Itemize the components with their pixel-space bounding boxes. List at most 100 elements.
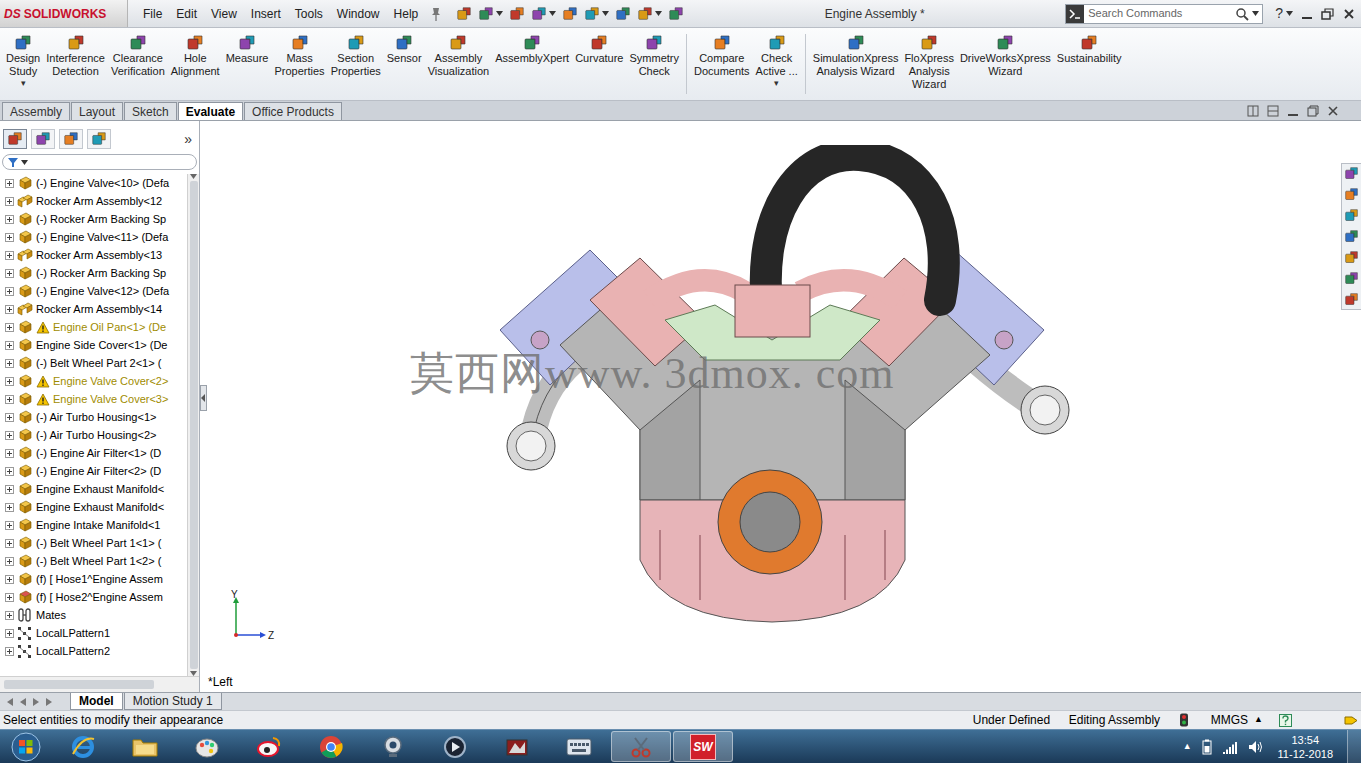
view-tool[interactable] <box>720 121 743 122</box>
quick-tool[interactable] <box>637 6 662 22</box>
menu-item[interactable]: Help <box>394 5 419 23</box>
volume-icon[interactable] <box>1248 740 1264 754</box>
expand-icon[interactable] <box>5 539 14 548</box>
dropdown-arrow-icon[interactable] <box>655 11 662 16</box>
tree-item[interactable]: Rocker Arm Assembly<14 <box>0 300 187 318</box>
view-tool[interactable] <box>832 121 855 122</box>
quick-tool[interactable] <box>562 6 578 22</box>
quick-tool[interactable] <box>509 6 525 22</box>
expand-icon[interactable] <box>5 215 14 224</box>
expand-icon[interactable] <box>5 341 14 350</box>
expand-icon[interactable] <box>5 575 14 584</box>
nav-next-icon[interactable] <box>32 698 40 706</box>
expand-icon[interactable] <box>5 197 14 206</box>
expand-icon[interactable] <box>5 449 14 458</box>
panel-tab[interactable] <box>87 129 111 149</box>
tree-item[interactable]: (-) Engine Air Filter<1> (D <box>0 444 187 462</box>
view-tool[interactable] <box>804 121 827 122</box>
pin-icon[interactable] <box>428 6 444 22</box>
tree-item[interactable]: (f) [ Hose1^Engine Assem <box>0 570 187 588</box>
units[interactable]: MMGS <box>1211 711 1248 729</box>
bottom-tab[interactable]: Motion Study 1 <box>124 693 222 710</box>
app-logo[interactable]: DSSOLIDWORKS <box>0 0 128 27</box>
search-box[interactable]: Search Commands <box>1065 4 1263 24</box>
tree-item[interactable]: (-) Engine Valve<12> (Defa <box>0 282 187 300</box>
panel-tab[interactable] <box>31 129 55 149</box>
restore-icon[interactable] <box>1321 8 1335 20</box>
tree-item[interactable]: Mates <box>0 606 187 624</box>
taskbar-app[interactable] <box>53 731 113 762</box>
ribbon-button[interactable]: AssemblyXpert <box>492 34 572 65</box>
panel-tab[interactable] <box>59 129 83 149</box>
expand-icon[interactable] <box>5 629 14 638</box>
expand-icon[interactable] <box>5 503 14 512</box>
command-tab[interactable]: Sketch <box>124 102 177 120</box>
quick-tool[interactable] <box>615 6 631 22</box>
dropdown-arrow-icon[interactable] <box>21 160 28 165</box>
tree-item[interactable]: (-) Belt Wheel Part 1<2> ( <box>0 552 187 570</box>
view-tool[interactable] <box>700 121 715 122</box>
tree-item[interactable]: Engine Exhaust Manifold< <box>0 498 187 516</box>
expand-icon[interactable] <box>5 467 14 476</box>
tree-item[interactable]: Engine Oil Pan<1> (De <box>0 318 187 336</box>
task-pane-tab[interactable] <box>1342 208 1361 223</box>
graphics-area[interactable]: 莫西网www. 3dmox. comYZ*Left <box>200 121 1361 692</box>
expand-icon[interactable] <box>5 233 14 242</box>
tree-item[interactable]: Engine Intake Manifold<1 <box>0 516 187 534</box>
signal-icon[interactable] <box>1222 740 1238 754</box>
expand-icon[interactable] <box>5 179 14 188</box>
ribbon-button[interactable]: CheckActive ...▾ <box>753 34 801 88</box>
quick-tool[interactable] <box>668 6 684 22</box>
tree-item[interactable]: LocalLPattern2 <box>0 642 187 660</box>
doc-close-icon[interactable] <box>1327 105 1339 117</box>
taskbar-app[interactable] <box>177 731 237 762</box>
tree-item[interactable]: Engine Side Cover<1> (De <box>0 336 187 354</box>
doc-minimize-icon[interactable] <box>1287 105 1299 117</box>
expand-icon[interactable] <box>5 413 14 422</box>
expand-icon[interactable] <box>5 611 14 620</box>
tree-item[interactable]: (-) Rocker Arm Backing Sp <box>0 264 187 282</box>
ribbon-button[interactable]: InterferenceDetection <box>43 34 108 78</box>
command-tab[interactable]: Office Products <box>244 102 342 120</box>
taskbar-app[interactable]: SW <box>673 731 733 762</box>
menu-item[interactable]: Insert <box>251 5 281 23</box>
panel-tab[interactable] <box>3 129 27 149</box>
quick-tool[interactable] <box>456 6 472 22</box>
task-pane-tab[interactable] <box>1342 187 1361 202</box>
task-pane-tab[interactable] <box>1342 292 1361 307</box>
horizontal-scrollbar[interactable] <box>0 676 199 692</box>
ribbon-button[interactable]: AssemblyVisualization <box>425 34 493 78</box>
expand-icon[interactable] <box>5 323 14 332</box>
view-tool[interactable] <box>776 121 799 122</box>
task-pane-tab[interactable] <box>1342 250 1361 265</box>
filter-box[interactable] <box>2 154 197 170</box>
splitter-handle[interactable] <box>200 385 207 411</box>
expand-icon[interactable] <box>5 593 14 602</box>
tray-arrow[interactable]: ▲ <box>1183 740 1192 754</box>
tree-item[interactable]: Engine Valve Cover<3> <box>0 390 187 408</box>
tile-h-icon[interactable] <box>1267 105 1279 117</box>
command-tab[interactable]: Assembly <box>2 102 70 120</box>
view-tool[interactable] <box>680 121 695 122</box>
tree-item[interactable]: (-) Rocker Arm Backing Sp <box>0 210 187 228</box>
tree-item[interactable]: Engine Exhaust Manifold< <box>0 480 187 498</box>
expand-icon[interactable] <box>5 359 14 368</box>
task-pane-tab[interactable] <box>1342 229 1361 244</box>
view-tool[interactable] <box>860 121 883 122</box>
scroll-up-icon[interactable] <box>190 174 197 179</box>
expand-icon[interactable] <box>5 251 14 260</box>
tree-item[interactable]: (-) Belt Wheel Part 1<1> ( <box>0 534 187 552</box>
menu-item[interactable]: Window <box>337 5 380 23</box>
nav-last-icon[interactable] <box>45 698 53 706</box>
dropdown-arrow-icon[interactable] <box>1286 11 1293 16</box>
menu-item[interactable]: File <box>143 5 162 23</box>
command-tab[interactable]: Evaluate <box>178 102 243 120</box>
command-tab[interactable]: Layout <box>71 102 123 120</box>
battery-icon[interactable] <box>1202 739 1212 755</box>
ribbon-button[interactable]: Sustainability <box>1054 34 1125 65</box>
expand-icon[interactable] <box>5 521 14 530</box>
expand-icon[interactable] <box>5 395 14 404</box>
expand-icon[interactable] <box>5 305 14 314</box>
expand-icon[interactable] <box>5 377 14 386</box>
expand-icon[interactable] <box>5 647 14 656</box>
